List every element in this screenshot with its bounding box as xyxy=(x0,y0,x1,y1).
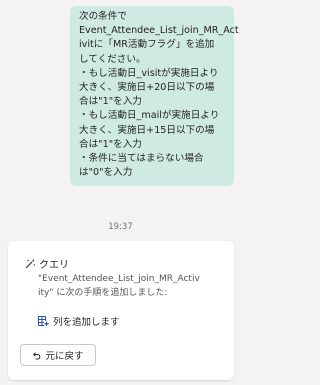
card-header: クエリ xyxy=(25,256,69,271)
response-card: クエリ "Event_Attendee_List_join_MR_Activ i… xyxy=(8,241,234,380)
message-line: 合は"1"を入力 xyxy=(79,138,142,150)
message-line: ・条件に当てはまらない場合 xyxy=(79,153,204,165)
message-timestamp: 19:37 xyxy=(108,222,133,232)
card-title: クエリ xyxy=(39,259,69,271)
message-line: Event_Attendee_List_join_MR_Act xyxy=(79,25,239,37)
message-line: 合は"1"を入力 xyxy=(79,96,142,108)
message-line: 大きく、実施日+20日以下の場 xyxy=(79,82,215,94)
undo-label: 元に戻す xyxy=(45,351,84,362)
magic-wand-icon xyxy=(25,258,36,269)
description-line: "Event_Attendee_List_join_MR_Activ xyxy=(38,274,200,284)
applied-step: 列を追加します xyxy=(38,314,120,328)
message-line: 大きく、実施日+15日以下の場 xyxy=(79,124,215,136)
description-line: ity" に次の手順を追加しました: xyxy=(38,288,168,298)
message-line: 次の条件で xyxy=(79,11,127,22)
user-message-bubble: 次の条件で Event_Attendee_List_join_MR_Act iv… xyxy=(70,6,239,187)
add-column-icon xyxy=(38,315,49,327)
undo-button[interactable]: 元に戻す xyxy=(20,344,96,366)
undo-icon xyxy=(32,351,41,360)
message-line: ・もし活動日_visitが実施日より xyxy=(79,67,219,79)
card-description: "Event_Attendee_List_join_MR_Activ ity" … xyxy=(38,272,228,300)
step-label: 列を追加します xyxy=(53,317,120,328)
message-line: ivitに「MR活動フラグ」を追加 xyxy=(79,39,215,51)
message-line: は"0"を入力 xyxy=(79,167,133,179)
message-line: してください。 xyxy=(79,53,146,65)
message-line: ・もし活動日_mailが実施日より xyxy=(79,110,220,122)
